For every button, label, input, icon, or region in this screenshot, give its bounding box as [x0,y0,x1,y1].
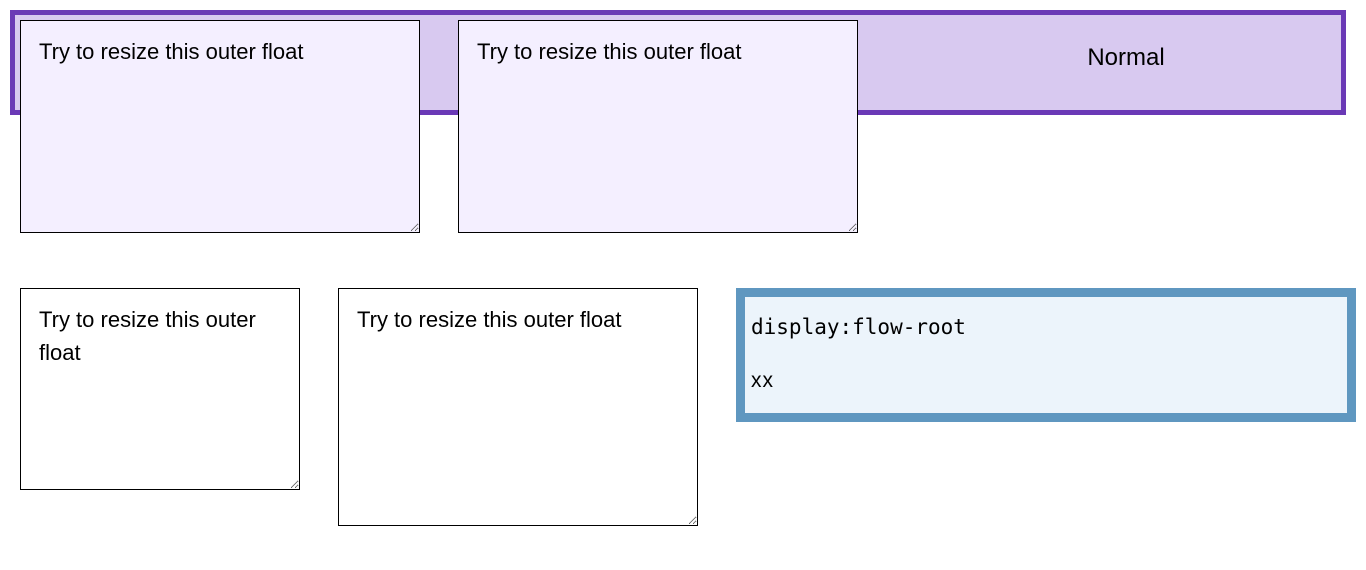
normal-label: Normal [896,20,1356,233]
float-box-text: Try to resize this outer float [39,39,304,64]
flow-root-info-box: display:flow-root xx [736,288,1356,422]
top-row-container: Try to resize this outer float Try to re… [10,10,1356,233]
float-box-text: Try to resize this outer float [477,39,742,64]
info-line-1: display:flow-root [751,315,1341,339]
resizable-float-box-4[interactable]: Try to resize this outer float [338,288,698,526]
normal-label-text: Normal [1087,44,1164,71]
top-row-content: Try to resize this outer float Try to re… [10,10,1356,233]
info-line-2: xx [751,369,1341,393]
resizable-float-box-3[interactable]: Try to resize this outer float [20,288,300,490]
bottom-row: Try to resize this outer float Try to re… [10,288,1356,526]
float-box-text: Try to resize this outer float [39,307,256,365]
resizable-float-box-2[interactable]: Try to resize this outer float [458,20,858,233]
resizable-float-box-1[interactable]: Try to resize this outer float [20,20,420,233]
float-box-text: Try to resize this outer float [357,307,622,332]
